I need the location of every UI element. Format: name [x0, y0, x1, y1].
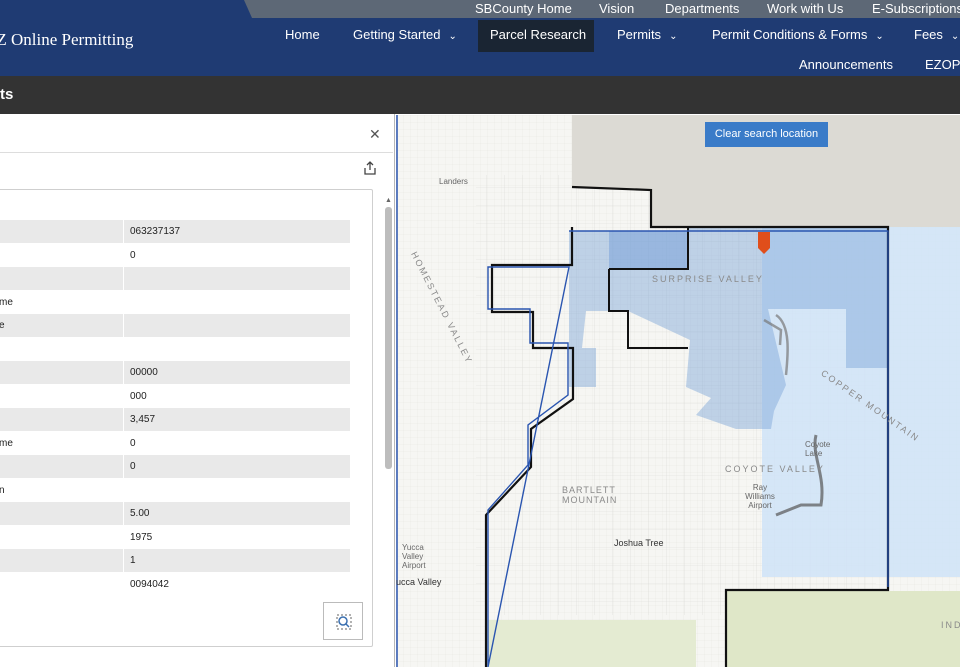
- attribute-separator: [123, 502, 124, 525]
- attribute-row: [0, 337, 350, 361]
- selected-parcel-block: [609, 231, 688, 269]
- attribute-separator: [123, 525, 124, 549]
- nav-fees-label: Fees: [914, 27, 943, 42]
- attribute-separator: [123, 220, 124, 243]
- map-label-ray-williams-airport: Ray Williams Airport: [745, 483, 775, 510]
- attribute-separator: [123, 290, 124, 314]
- attribute-value: 063237137: [130, 226, 181, 237]
- map-label-bartlett-mountain: BARTLETT MOUNTAIN: [562, 485, 618, 505]
- attribute-card: 063237137 0 me e 00000 000 3,457 me 0 0 n 5.00 1975 1…: [0, 189, 373, 647]
- attribute-row: 00000: [0, 361, 350, 384]
- attribute-separator: [123, 408, 124, 431]
- nav-permits[interactable]: Permits ⌄: [617, 20, 677, 52]
- nav-parcel-research-label: Parcel Research: [490, 27, 587, 42]
- attribute-value: 0: [130, 437, 136, 449]
- scroll-up-arrow-icon[interactable]: ▲: [385, 197, 392, 204]
- attribute-row: 063237137: [0, 220, 350, 243]
- attribute-row: 3,457: [0, 408, 350, 431]
- site-brand[interactable]: EZ Online Permitting: [0, 30, 133, 50]
- nav-home-label: Home: [285, 27, 320, 42]
- nav-ezop-label: EZOP: [925, 57, 960, 72]
- green-land-area: [726, 591, 960, 667]
- attribute-value: 3,457: [130, 414, 156, 425]
- site-header: SBCounty Home Vision Departments Work wi…: [0, 0, 960, 76]
- panel-divider: [0, 152, 393, 153]
- attribute-value: 0094042: [130, 578, 169, 590]
- nav-fees[interactable]: Fees ⌄: [914, 20, 959, 52]
- utility-link-work-with-us[interactable]: Work with Us: [767, 1, 843, 16]
- attribute-value: 1975: [130, 531, 153, 543]
- map-label-joshua-tree: Joshua Tree: [614, 538, 664, 548]
- zoom-to-icon: [336, 614, 352, 630]
- attribute-separator: [123, 478, 124, 502]
- nav-announcements-label: Announcements: [799, 57, 893, 72]
- clear-search-location-button[interactable]: Clear search location: [705, 122, 828, 147]
- nav-permits-label: Permits: [617, 27, 662, 42]
- attribute-separator: [123, 267, 124, 290]
- attribute-separator: [123, 549, 124, 572]
- attribute-label: e: [0, 320, 5, 331]
- attribute-separator: [123, 455, 124, 478]
- utility-link-e-subscriptions[interactable]: E-Subscriptions: [872, 1, 960, 16]
- nav-getting-started[interactable]: Getting Started ⌄: [353, 20, 457, 52]
- attribute-row: me 0: [0, 431, 350, 455]
- utility-link-sbcounty-home[interactable]: SBCounty Home: [475, 1, 572, 16]
- attribute-separator: [123, 337, 124, 361]
- attribute-value: 0: [130, 249, 136, 261]
- attribute-value: 0: [130, 461, 136, 472]
- chevron-down-icon: ⌄: [950, 31, 960, 42]
- attribute-row: 5.00: [0, 502, 350, 525]
- map-label-yucca-valley-airport: Yucca Valley Airport: [402, 543, 426, 570]
- page-title-bar: ts: [0, 76, 960, 114]
- site-brand-text: EZ Online Permitting: [0, 30, 134, 49]
- attribute-row: 0: [0, 455, 350, 478]
- attribute-row: [0, 267, 350, 290]
- scrollbar-thumb[interactable]: [385, 207, 392, 469]
- nav-home[interactable]: Home: [285, 20, 320, 52]
- attribute-separator: [123, 314, 124, 337]
- utility-link-vision[interactable]: Vision: [599, 1, 634, 16]
- map-label-coyote-valley: COYOTE VALLEY: [725, 464, 825, 474]
- nav-permit-conditions[interactable]: Permit Conditions & Forms ⌄: [712, 20, 884, 52]
- map-label-ind: IND: [941, 620, 960, 630]
- attribute-value: 000: [130, 390, 147, 402]
- attribute-value: 5.00: [130, 508, 150, 519]
- attribute-label: n: [0, 484, 5, 496]
- chevron-down-icon: ⌄: [669, 31, 678, 42]
- attribute-row: 0: [0, 243, 350, 267]
- close-icon[interactable]: ✕: [369, 126, 381, 143]
- map-label-landers: Landers: [439, 177, 468, 186]
- attribute-row: 1975: [0, 525, 350, 549]
- nav-parcel-research[interactable]: Parcel Research: [478, 20, 594, 52]
- zoom-to-button[interactable]: [323, 602, 363, 640]
- attribute-separator: [123, 572, 124, 596]
- page-title: ts: [0, 86, 14, 103]
- attribute-separator: [123, 361, 124, 384]
- attribute-separator: [123, 384, 124, 408]
- attribute-row: 000: [0, 384, 350, 408]
- map-canvas: [396, 115, 960, 667]
- attribute-separator: [123, 243, 124, 267]
- chevron-down-icon: ⌄: [875, 31, 884, 42]
- map-label-yucca-valley: ucca Valley: [396, 577, 442, 587]
- parcel-map[interactable]: [396, 115, 960, 667]
- attribute-separator: [123, 431, 124, 455]
- attribute-row: 0094042: [0, 572, 350, 596]
- attribute-label: me: [0, 437, 13, 449]
- chevron-down-icon: ⌄: [448, 31, 457, 42]
- attribute-row: me: [0, 290, 350, 314]
- utility-link-departments[interactable]: Departments: [665, 1, 739, 16]
- attribute-row: 1: [0, 549, 350, 572]
- map-label-surprise-valley: SURPRISE VALLEY: [652, 274, 764, 284]
- attribute-value: 00000: [130, 367, 158, 378]
- nav-permit-conditions-label: Permit Conditions & Forms: [712, 27, 868, 42]
- share-icon[interactable]: [363, 161, 377, 175]
- attribute-label: me: [0, 296, 13, 308]
- map-label-coyote-lake: Coyote Lake: [805, 440, 831, 458]
- attribute-row: e: [0, 314, 350, 337]
- attribute-value: 1: [130, 555, 136, 566]
- attribute-row: n: [0, 478, 350, 502]
- green-land-area-2: [486, 620, 696, 667]
- nav-getting-started-label: Getting Started: [353, 27, 441, 42]
